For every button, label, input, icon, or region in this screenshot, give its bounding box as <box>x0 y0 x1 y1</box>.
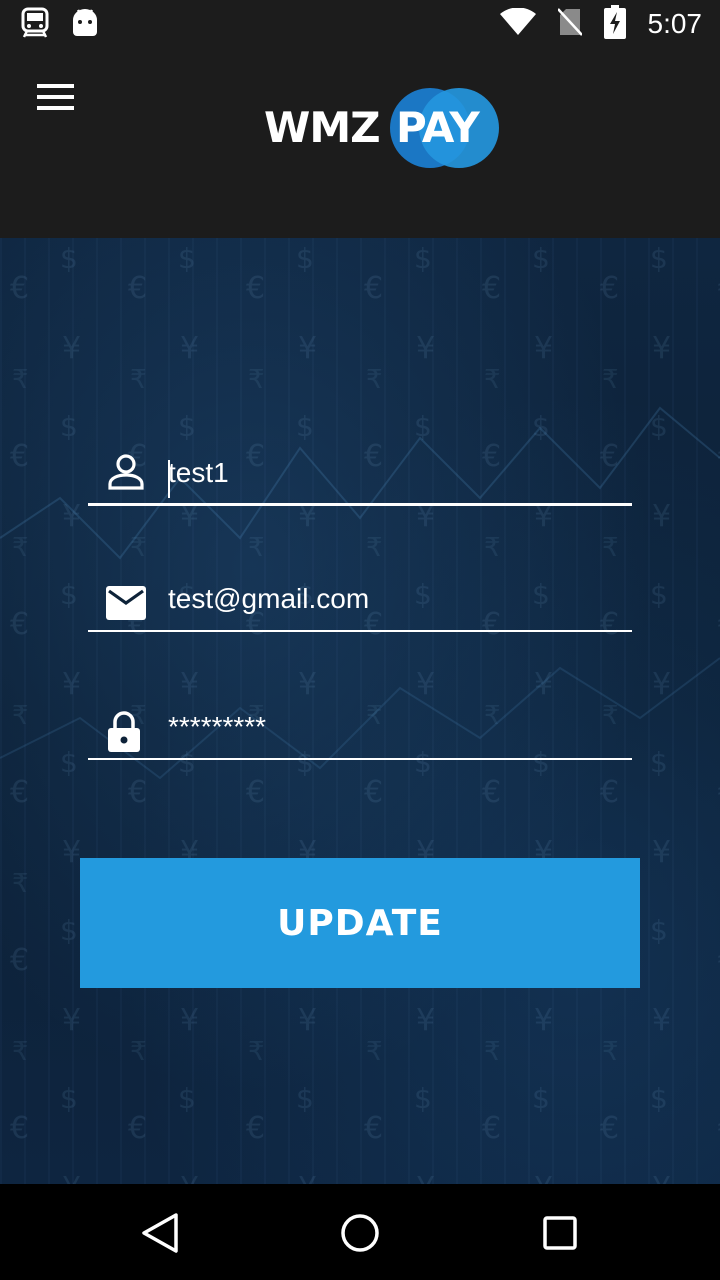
hamburger-menu-icon[interactable] <box>32 84 80 124</box>
update-button[interactable]: UPDATE <box>80 858 640 988</box>
train-notification-icon <box>18 6 52 44</box>
app-header: WMZ PAY <box>0 48 720 238</box>
app-logo: WMZ PAY <box>264 86 504 170</box>
back-icon[interactable] <box>130 1208 190 1258</box>
status-bar: 5:07 <box>0 0 720 48</box>
system-nav-bar <box>0 1184 720 1280</box>
android-notification-icon <box>70 6 100 44</box>
text-cursor <box>168 460 170 498</box>
home-icon[interactable] <box>330 1208 390 1258</box>
password-input[interactable] <box>168 704 628 750</box>
email-field <box>88 572 632 632</box>
battery-charging-icon <box>603 5 626 43</box>
recents-icon[interactable] <box>530 1208 590 1258</box>
logo-text-pay: PAY <box>396 103 480 152</box>
logo-text-wmz: WMZ <box>264 103 381 152</box>
username-input[interactable] <box>168 450 628 496</box>
lock-icon <box>106 710 146 752</box>
no-sim-icon <box>556 7 583 41</box>
wifi-icon <box>499 7 536 40</box>
email-icon <box>106 586 146 626</box>
email-input[interactable] <box>168 576 628 622</box>
status-time: 5:07 <box>647 8 703 39</box>
password-field <box>88 700 632 760</box>
user-icon <box>106 452 146 492</box>
